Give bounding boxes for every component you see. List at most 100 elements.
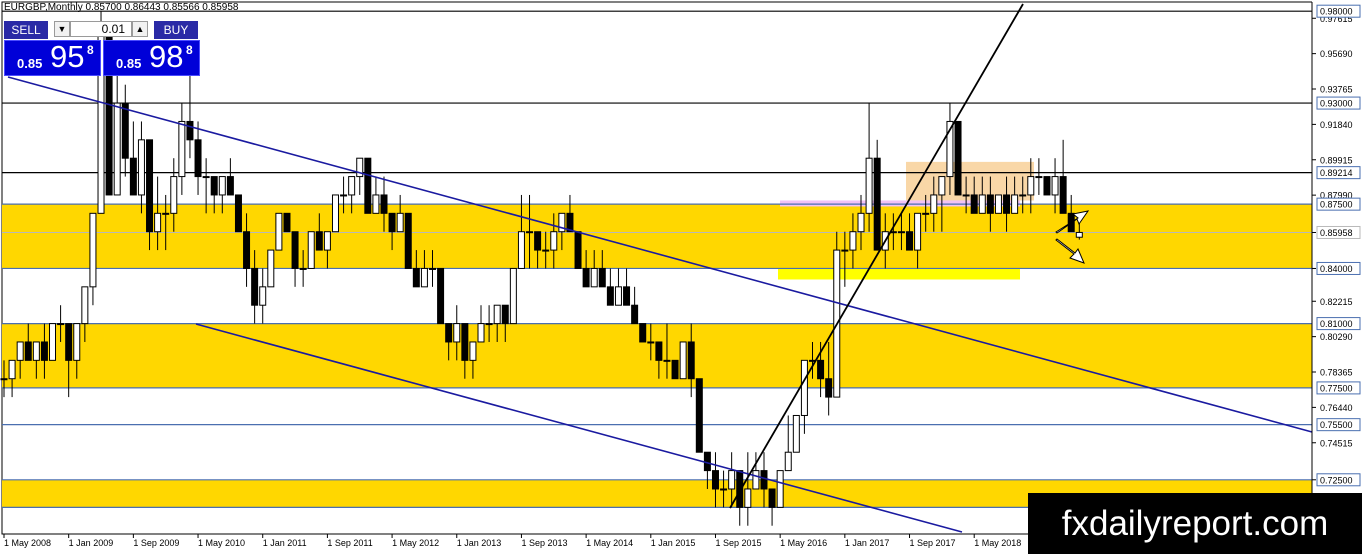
candle-body — [720, 488, 728, 491]
level-tag-label: 0.98000 — [1320, 7, 1353, 17]
price-tick-label: 0.93765 — [1320, 85, 1353, 95]
buy-button[interactable]: BUY — [154, 21, 198, 39]
candle-body — [364, 157, 372, 214]
candle-body — [65, 323, 73, 361]
level-tag-label: 0.72500 — [1320, 475, 1353, 485]
candle-body — [32, 341, 40, 361]
candle-body — [210, 176, 218, 196]
candle-body — [639, 323, 647, 343]
candle-body — [768, 488, 776, 508]
candle-body — [582, 267, 590, 288]
price-tick-label: 0.78365 — [1320, 368, 1353, 378]
candle-body — [526, 231, 534, 234]
candle-body — [994, 194, 1002, 214]
candle-body — [81, 286, 89, 325]
candle-body — [631, 304, 639, 325]
candle — [994, 194, 1002, 214]
watermark: fxdailyreport.com — [1028, 493, 1362, 554]
candle-body — [1011, 194, 1019, 214]
candle-body — [461, 323, 469, 361]
candle-body — [340, 194, 348, 197]
price-chart[interactable]: 0.976150.956900.937650.918400.899150.879… — [0, 0, 1362, 554]
candle-body — [679, 341, 687, 380]
chart-title: EURGBP,Monthly 0.85700 0.86443 0.85566 0… — [4, 2, 239, 13]
candle-body — [1027, 176, 1035, 196]
candle — [364, 157, 372, 214]
candle-body — [873, 157, 881, 251]
candle-body — [251, 267, 259, 306]
candle-body — [146, 139, 154, 233]
candle-body — [590, 267, 598, 288]
candle-body — [8, 359, 16, 380]
time-tick-label: 1 Sep 2013 — [521, 538, 567, 548]
candle-body — [226, 176, 234, 196]
candle-body — [938, 176, 946, 196]
candle-body — [542, 249, 550, 252]
candle-body — [412, 267, 420, 288]
candle-body — [728, 470, 736, 490]
sell-button[interactable]: SELL — [4, 21, 48, 39]
sell-price-prefix: 0.85 — [17, 56, 43, 71]
candle-body — [800, 359, 808, 416]
candle-body — [307, 231, 315, 269]
candle — [437, 267, 445, 325]
candle-body — [606, 286, 614, 306]
candle — [509, 267, 517, 325]
candle-body — [1059, 176, 1067, 214]
candle-body — [429, 267, 437, 270]
level-tag-label: 0.75500 — [1320, 420, 1353, 430]
candle-body — [267, 249, 275, 288]
support-highlight — [778, 268, 1020, 280]
candle-body — [501, 304, 509, 325]
time-tick-label: 1 May 2014 — [586, 538, 633, 548]
candle-body — [154, 212, 162, 233]
level-tag-label: 0.87500 — [1320, 200, 1353, 210]
candle-body — [493, 304, 501, 325]
sell-price-pip: 8 — [87, 43, 94, 57]
candle — [639, 323, 647, 343]
candle — [234, 194, 242, 233]
candle-body — [89, 212, 97, 288]
candle-body — [348, 176, 356, 196]
candle-body — [49, 323, 57, 361]
candle — [1043, 176, 1051, 196]
candle — [49, 323, 57, 361]
candle-body — [331, 194, 339, 233]
current-price-label: 0.85958 — [1320, 228, 1353, 238]
candle — [833, 231, 841, 398]
candle — [679, 341, 687, 380]
candle — [307, 231, 315, 269]
candle — [283, 212, 291, 233]
price-tick-label: 0.95690 — [1320, 49, 1353, 59]
time-tick-label: 1 Jan 2013 — [457, 538, 502, 548]
lot-decrease-button[interactable]: ▼ — [54, 21, 70, 37]
lot-increase-button[interactable]: ▲ — [132, 21, 148, 37]
time-tick-label: 1 May 2010 — [198, 538, 245, 548]
candle-body — [420, 267, 428, 288]
candle-body — [841, 249, 849, 252]
candle-body — [550, 231, 558, 251]
price-tick-label: 0.74515 — [1320, 438, 1353, 448]
candle-body — [655, 341, 663, 361]
candle-body — [792, 414, 800, 453]
time-tick-label: 1 May 2016 — [780, 538, 827, 548]
price-tick-label: 0.80290 — [1320, 332, 1353, 342]
candle-body — [178, 120, 186, 178]
candle-body — [453, 323, 461, 343]
candle-body — [711, 470, 719, 490]
candle-body — [1043, 176, 1051, 196]
candle-body — [57, 323, 65, 326]
price-tick-label: 0.76440 — [1320, 403, 1353, 413]
candle-body — [744, 488, 752, 508]
time-tick-label: 1 Jan 2015 — [651, 538, 696, 548]
sell-price-box[interactable]: 0.85 95 8 — [4, 39, 101, 76]
candle — [404, 212, 412, 269]
chevron-down-icon: ▼ — [57, 24, 67, 34]
candle-body — [380, 194, 388, 214]
candle-body — [922, 212, 930, 215]
buy-price-box[interactable]: 0.85 98 8 — [103, 39, 200, 76]
lot-size-input[interactable]: 0.01 — [70, 21, 132, 37]
candle-body — [388, 212, 396, 233]
candle-body — [372, 194, 380, 214]
candle — [275, 212, 283, 251]
